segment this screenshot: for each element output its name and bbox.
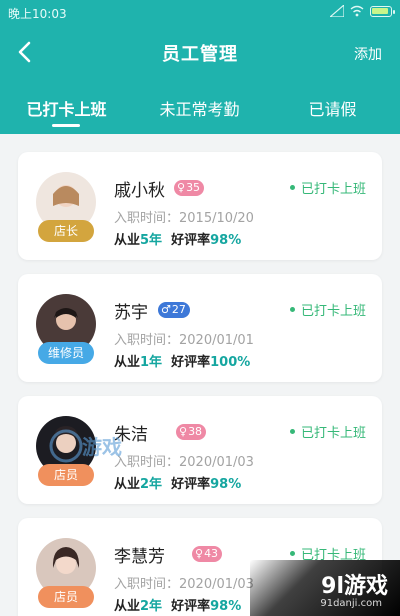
role-badge: 店员 bbox=[38, 586, 94, 608]
gender-age-badge: ♀ 35 bbox=[174, 180, 205, 196]
status-dot-icon bbox=[289, 551, 295, 556]
rating-label: 好评率 bbox=[171, 233, 211, 248]
role-badge: 店长 bbox=[38, 220, 94, 242]
years-label: 从业 bbox=[114, 355, 141, 370]
years-value: 5年 bbox=[140, 233, 163, 248]
status-text: 已打卡上班 bbox=[300, 426, 366, 441]
add-button[interactable]: 添加 bbox=[354, 44, 382, 64]
employee-stats: 从业5年 好评率98% bbox=[114, 229, 241, 248]
years-label: 从业 bbox=[114, 477, 141, 492]
years-value: 1年 bbox=[140, 355, 163, 370]
tab-active-indicator bbox=[52, 124, 80, 127]
role-badge: 维修员 bbox=[38, 342, 94, 364]
status-dot-icon bbox=[289, 185, 295, 190]
employee-card[interactable]: 店长 戚小秋 ♀ 35 已打卡上班 入职时间：2015/10/20 从业5年 好评… bbox=[18, 152, 382, 260]
status-time: 晚上10:03 bbox=[8, 7, 67, 21]
employee-name: 李慧芳 bbox=[114, 547, 165, 567]
gender-age-badge: ♀ 43 bbox=[192, 546, 223, 562]
join-date: 入职时间：2020/01/01 bbox=[114, 333, 254, 348]
age-value: 35 bbox=[186, 181, 201, 194]
employee-stats: 从业1年 好评率100% bbox=[114, 351, 250, 370]
rating-label: 好评率 bbox=[171, 477, 211, 492]
rating-value: 100% bbox=[210, 355, 251, 370]
watermark-url: 91danji.com bbox=[320, 598, 382, 609]
female-icon: ♀ bbox=[195, 547, 204, 560]
wifi-icon bbox=[350, 5, 364, 17]
nav-bar: 员工管理 添加 bbox=[0, 26, 400, 80]
attendance-status: 已打卡上班 bbox=[289, 300, 366, 319]
employee-card[interactable]: 维修员 苏宇 ♂ 27 已打卡上班 入职时间：2020/01/01 从业1年 好评… bbox=[18, 274, 382, 382]
rating-value: 98% bbox=[210, 599, 242, 614]
tab-label: 已请假 bbox=[308, 100, 357, 119]
battery-icon bbox=[370, 5, 395, 17]
age-value: 43 bbox=[204, 547, 219, 560]
male-icon: ♂ bbox=[161, 303, 171, 316]
employee-name: 苏宇 bbox=[114, 303, 148, 323]
employee-stats: 从业2年 好评率98% bbox=[114, 595, 241, 614]
employee-stats: 从业2年 好评率98% bbox=[114, 473, 241, 492]
gender-age-badge: ♂ 27 bbox=[158, 302, 190, 318]
join-date: 入职时间：2015/10/20 bbox=[114, 211, 254, 226]
attendance-status: 已打卡上班 bbox=[289, 178, 366, 197]
attendance-status: 已打卡上班 bbox=[289, 422, 366, 441]
status-bar: 晚上10:03 bbox=[0, 0, 400, 26]
female-icon: ♀ bbox=[179, 425, 188, 438]
female-icon: ♀ bbox=[177, 181, 186, 194]
status-text: 已打卡上班 bbox=[300, 182, 366, 197]
page-title: 员工管理 bbox=[162, 44, 238, 65]
join-date: 入职时间：2020/01/03 bbox=[114, 577, 254, 592]
status-dot-icon bbox=[289, 429, 295, 434]
years-label: 从业 bbox=[114, 233, 141, 248]
watermark-corner: 9l游戏 91danji.com bbox=[250, 560, 400, 616]
tab-abnormal-attendance[interactable]: 未正常考勤 bbox=[133, 96, 266, 120]
years-label: 从业 bbox=[114, 599, 141, 614]
age-value: 27 bbox=[171, 303, 186, 316]
watermark-brand: 9l游戏 bbox=[321, 574, 388, 599]
rating-value: 98% bbox=[210, 233, 242, 248]
tab-label: 未正常考勤 bbox=[159, 100, 240, 119]
employee-name: 戚小秋 bbox=[114, 181, 165, 201]
watermark-logo: 游戏 bbox=[48, 420, 143, 470]
years-value: 2年 bbox=[140, 477, 163, 492]
rating-label: 好评率 bbox=[171, 599, 211, 614]
age-value: 38 bbox=[188, 425, 203, 438]
tab-label: 已打卡上班 bbox=[26, 100, 107, 119]
employee-list: 店长 戚小秋 ♀ 35 已打卡上班 入职时间：2015/10/20 从业5年 好评… bbox=[0, 134, 400, 616]
years-value: 2年 bbox=[140, 599, 163, 614]
tab-bar: 已打卡上班 未正常考勤 已请假 bbox=[0, 80, 400, 134]
status-text: 已打卡上班 bbox=[300, 304, 366, 319]
watermark-text: 游戏 bbox=[82, 435, 122, 459]
rating-label: 好评率 bbox=[171, 355, 211, 370]
tab-on-leave[interactable]: 已请假 bbox=[266, 96, 399, 120]
gender-age-badge: ♀ 38 bbox=[176, 424, 207, 440]
rating-value: 98% bbox=[210, 477, 242, 492]
tab-checked-in[interactable]: 已打卡上班 bbox=[0, 96, 133, 127]
status-dot-icon bbox=[289, 307, 295, 312]
status-icons bbox=[330, 5, 395, 17]
signal-icon bbox=[330, 5, 344, 17]
